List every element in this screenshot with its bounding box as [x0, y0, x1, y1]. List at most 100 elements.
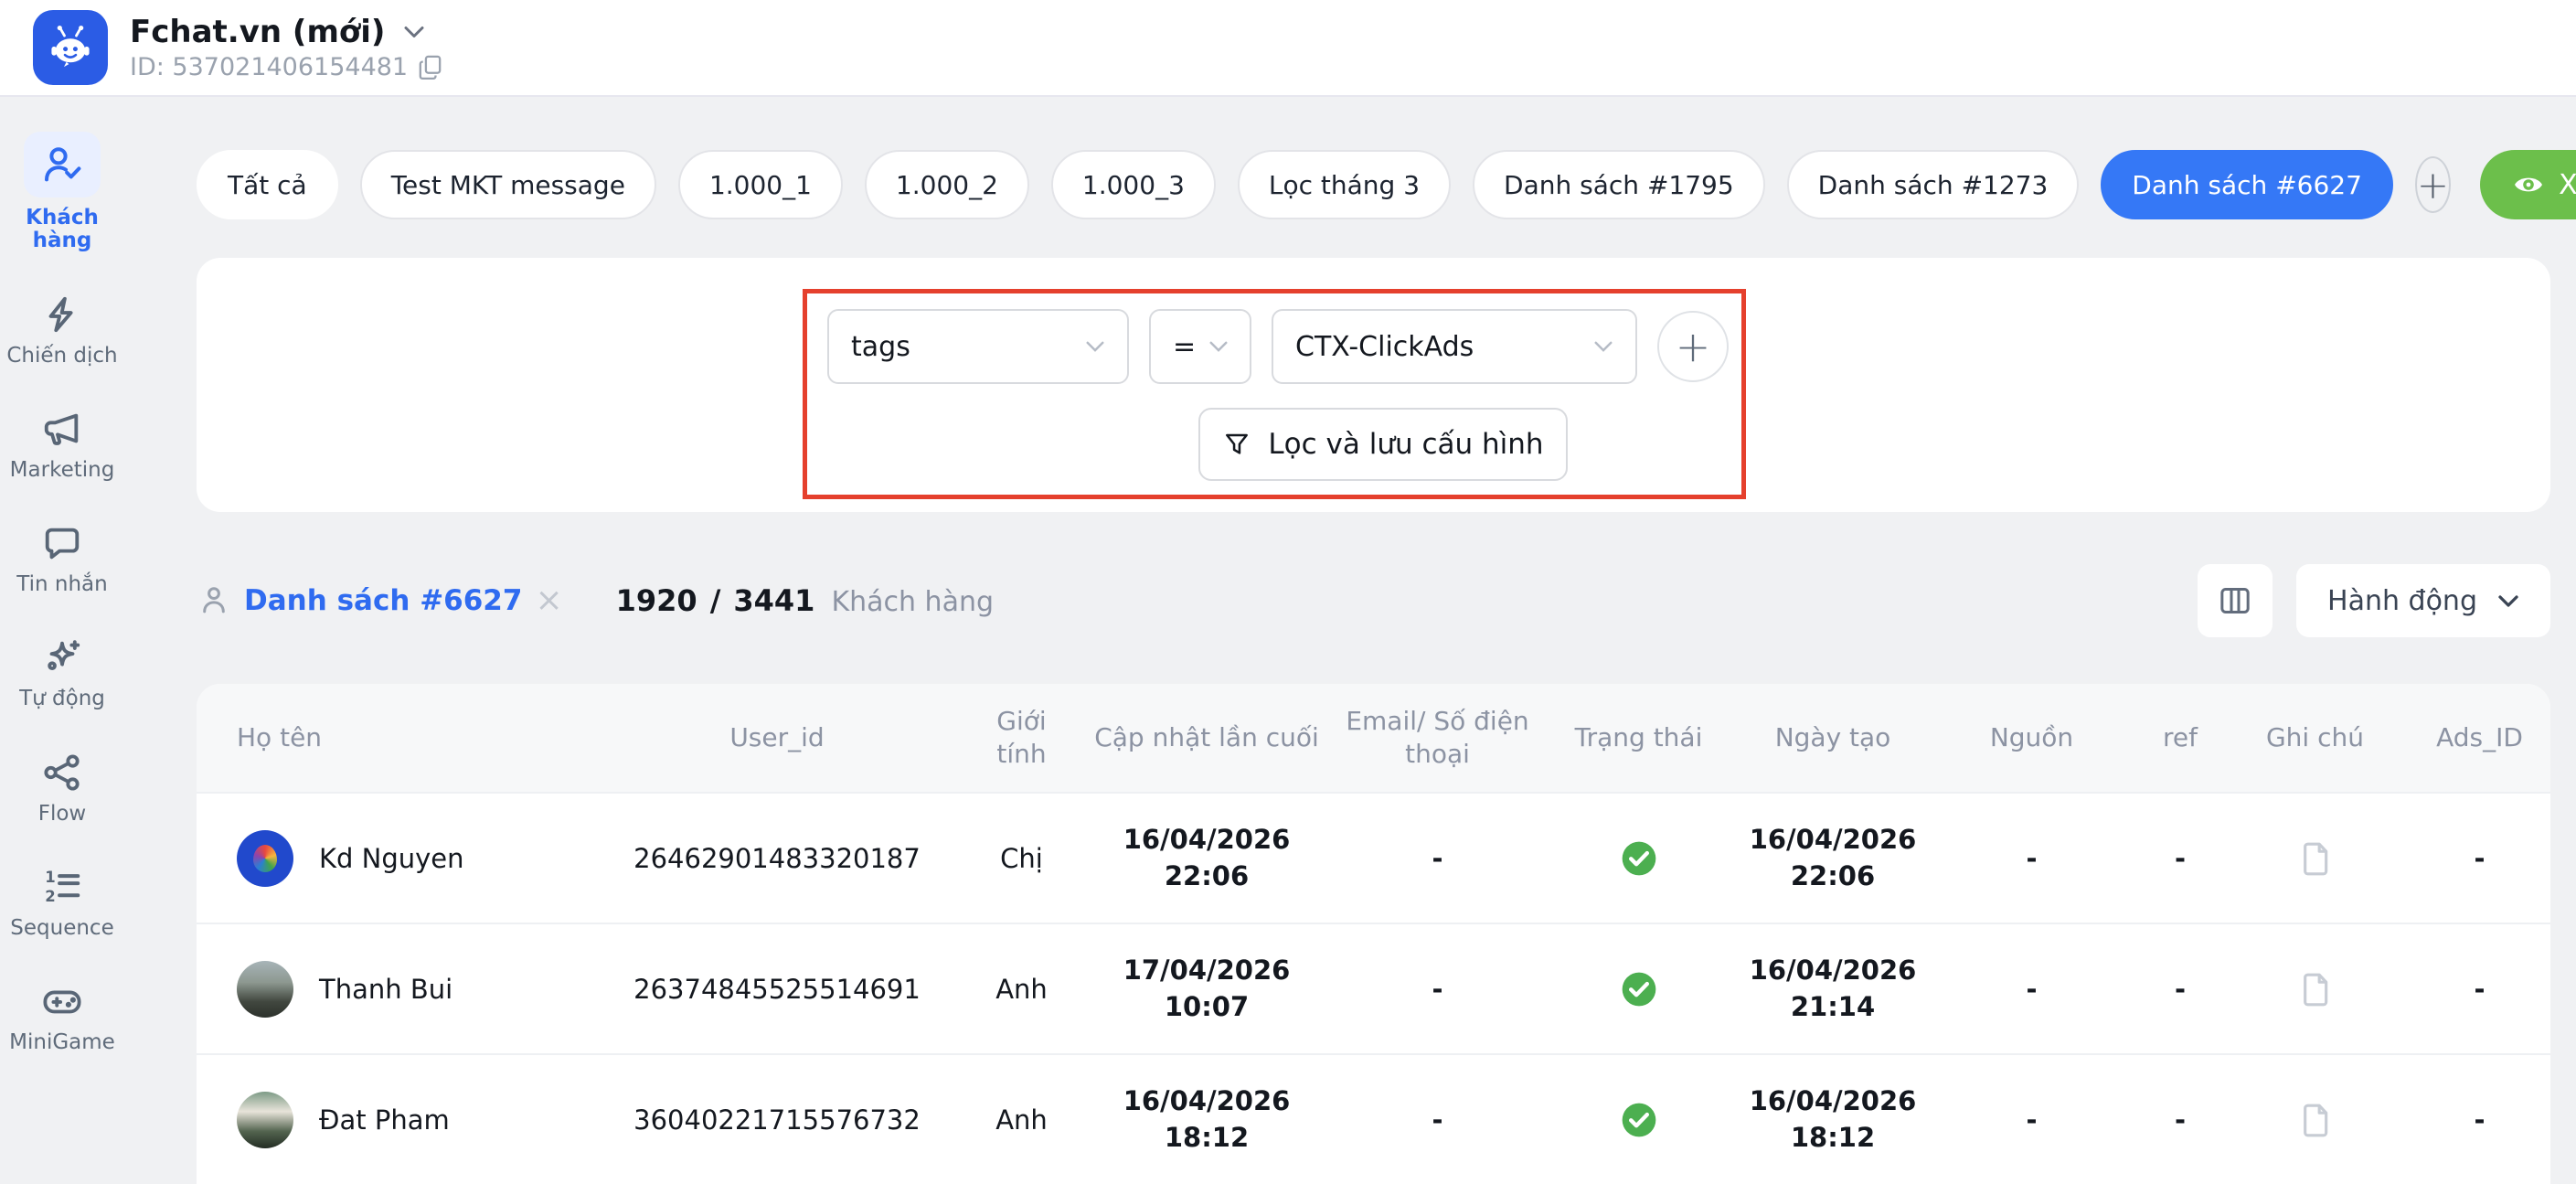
cell-updated-time: 10:07	[1165, 989, 1249, 1025]
table-row[interactable]: Đat Pham 36040221715576732 Anh 16/04/202…	[197, 1053, 2550, 1184]
table-row[interactable]: Kd Nguyen 26462901483320187 Chị 16/04/20…	[197, 792, 2550, 923]
apply-filter-button[interactable]: Lọc và lưu cấu hình	[1198, 408, 1568, 481]
cell-updated-date: 17/04/2026	[1123, 953, 1291, 988]
col-header-email[interactable]: Email/ Số điện thoại	[1339, 705, 1536, 772]
share-nodes-icon	[41, 752, 83, 794]
note-icon[interactable]	[2297, 1100, 2334, 1140]
eye-icon	[2513, 173, 2544, 197]
sidebar-item-chien-dich[interactable]: Chiến dịch	[0, 293, 124, 368]
customer-check-icon	[40, 143, 84, 187]
tab-danh-sach-1273[interactable]: Danh sách #1273	[1787, 150, 2080, 219]
cell-created-date: 16/04/2026	[1750, 1083, 1917, 1119]
filter-condition-row: tags = CTX-ClickAds +	[827, 309, 1729, 384]
col-header-last-update[interactable]: Cập nhật lần cuối	[1074, 721, 1339, 754]
tab-1000-2[interactable]: 1.000_2	[865, 150, 1029, 219]
tab-1000-1[interactable]: 1.000_1	[678, 150, 843, 219]
active-list-link[interactable]: Danh sách #6627	[244, 584, 522, 617]
tab-danh-sach-1795[interactable]: Danh sách #1795	[1473, 150, 1765, 219]
cell-ads-id: -	[2409, 843, 2550, 874]
add-condition-button[interactable]: +	[1657, 311, 1729, 382]
sidebar-item-minigame[interactable]: MiniGame	[0, 980, 124, 1054]
add-tab-button[interactable]: +	[2415, 156, 2451, 213]
col-header-source[interactable]: Nguồn	[1924, 721, 2139, 754]
col-header-ads-id[interactable]: Ads_ID	[2409, 721, 2550, 754]
lightning-icon	[41, 293, 83, 336]
main-content: Tất cả Test MKT message 1.000_1 1.000_2 …	[124, 97, 2576, 1152]
col-header-status[interactable]: Trạng thái	[1536, 721, 1741, 754]
cell-gender: Anh	[969, 1104, 1074, 1136]
filter-panel: tags = CTX-ClickAds +	[197, 258, 2550, 512]
col-header-ref[interactable]: ref	[2139, 721, 2221, 754]
customer-name[interactable]: Kd Nguyen	[319, 843, 464, 874]
note-icon[interactable]	[2297, 969, 2334, 1009]
filter-value-select[interactable]: CTX-ClickAds	[1272, 309, 1637, 384]
page-id: ID: 537021406154481	[130, 53, 408, 81]
col-header-user-id[interactable]: User_id	[585, 721, 969, 754]
actions-dropdown-button[interactable]: Hành động	[2296, 564, 2550, 637]
sparkle-icon	[41, 636, 83, 678]
customer-name[interactable]: Thanh Bui	[319, 974, 452, 1005]
column-settings-button[interactable]	[2198, 564, 2273, 637]
note-icon[interactable]	[2297, 838, 2334, 879]
sidebar-item-khach-hang[interactable]: Khách hàng	[0, 132, 124, 253]
avatar[interactable]	[237, 830, 293, 887]
count-unit: Khách hàng	[831, 586, 994, 618]
sidebar-label: MiniGame	[9, 1031, 115, 1054]
cell-ref: -	[2139, 843, 2221, 874]
status-active-icon	[1619, 1100, 1659, 1140]
tab-test-mkt-message[interactable]: Test MKT message	[360, 150, 656, 219]
funnel-icon	[1222, 430, 1251, 459]
numbered-list-icon: 1 2	[41, 866, 83, 908]
table-header-row: Họ tên User_id Giới tính Cập nhật lần cu…	[197, 684, 2550, 792]
cell-created-time: 18:12	[1791, 1120, 1875, 1156]
cell-ads-id: -	[2409, 1104, 2550, 1136]
cell-user-id: 26374845525514691	[585, 974, 969, 1005]
view-shared-list-button[interactable]: Xem danh sách chia	[2480, 150, 2576, 219]
remove-list-filter-icon[interactable]: ×	[535, 584, 562, 617]
sidebar-item-tu-dong[interactable]: Tự động	[0, 636, 124, 710]
sidebar-item-flow[interactable]: Flow	[0, 752, 124, 826]
cell-source: -	[1924, 843, 2139, 874]
cell-created-date: 16/04/2026	[1750, 953, 1917, 988]
apply-filter-label: Lọc và lưu cấu hình	[1268, 428, 1543, 461]
sidebar-label: Marketing	[10, 459, 115, 482]
tab-danh-sach-6627[interactable]: Danh sách #6627	[2101, 150, 2393, 219]
tab-tat-ca[interactable]: Tất cả	[197, 150, 338, 219]
filter-value: CTX-ClickAds	[1295, 331, 1474, 363]
cell-created-date: 16/04/2026	[1750, 822, 1917, 858]
avatar[interactable]	[237, 1092, 293, 1148]
col-header-gender[interactable]: Giới tính	[969, 705, 1074, 772]
customer-counts: 1920 / 3441 Khách hàng	[616, 583, 994, 618]
chat-bubble-icon	[41, 522, 83, 564]
col-header-note[interactable]: Ghi chú	[2221, 721, 2409, 754]
fchat-logo[interactable]	[33, 10, 108, 85]
filter-field-select[interactable]: tags	[827, 309, 1129, 384]
segment-tabs: Tất cả Test MKT message 1.000_1 1.000_2 …	[197, 150, 2550, 219]
chevron-down-icon	[2497, 594, 2519, 608]
filter-operator-select[interactable]: =	[1149, 309, 1251, 384]
copy-icon[interactable]	[419, 55, 442, 80]
cell-gender: Chị	[969, 843, 1074, 874]
person-icon	[197, 583, 231, 618]
tab-loc-thang-3[interactable]: Lọc tháng 3	[1238, 150, 1451, 219]
sidebar-item-tin-nhan[interactable]: Tin nhắn	[0, 522, 124, 596]
sidebar-label: Sequence	[10, 917, 113, 940]
customer-name[interactable]: Đat Pham	[319, 1104, 450, 1136]
chevron-down-icon	[1085, 340, 1105, 353]
filter-field-value: tags	[851, 331, 910, 363]
tab-1000-3[interactable]: 1.000_3	[1051, 150, 1216, 219]
sidebar-label: Tin nhắn	[16, 573, 107, 596]
avatar[interactable]	[237, 961, 293, 1018]
table-row[interactable]: Thanh Bui 26374845525514691 Anh 17/04/20…	[197, 923, 2550, 1053]
customers-table: Họ tên User_id Giới tính Cập nhật lần cu…	[197, 684, 2550, 1184]
cell-gender: Anh	[969, 974, 1074, 1005]
cell-ref: -	[2139, 1104, 2221, 1136]
sidebar-item-marketing[interactable]: Marketing	[0, 408, 124, 482]
cell-email: -	[1339, 843, 1536, 874]
svg-text:2: 2	[45, 888, 55, 905]
col-header-created[interactable]: Ngày tạo	[1741, 721, 1924, 754]
chevron-down-icon	[1593, 340, 1613, 353]
sidebar-item-sequence[interactable]: 1 2 Sequence	[0, 866, 124, 940]
col-header-name[interactable]: Họ tên	[197, 721, 585, 754]
chevron-down-icon[interactable]	[403, 25, 425, 39]
